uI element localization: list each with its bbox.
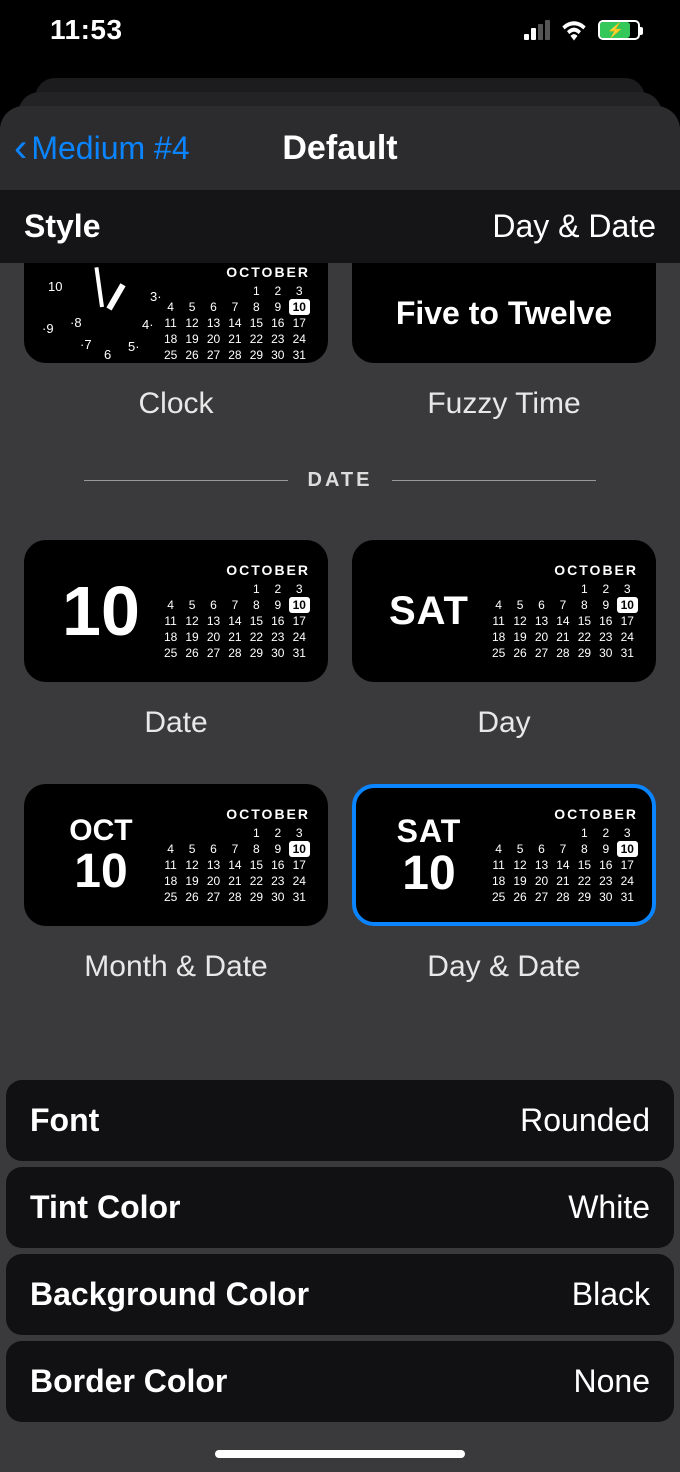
charging-bolt-icon: ⚡ [606,23,623,37]
mini-calendar: OCTOBER123456789101112131415161718192021… [488,806,638,905]
mini-calendar: OCTOBER123456789101112131415161718192021… [160,806,310,905]
settings-list: Font Rounded Tint Color White Background… [6,1080,674,1422]
style-label-fuzzy: Fuzzy Time [352,387,656,421]
style-label-day: Day [352,706,656,740]
style-preview-day[interactable]: SAT OCTOBER12345678910111213141516171819… [352,540,656,682]
chevron-left-icon: ‹ [14,128,27,168]
big-day-text: SAT [397,813,462,850]
style-preview-clock[interactable]: 10 ·9 ·8 ·7 6 5· 4· 3· OCTOBER1234567891… [24,263,328,363]
font-value: Rounded [520,1102,650,1139]
tint-label: Tint Color [30,1189,181,1226]
bg-value: Black [572,1276,650,1313]
background-color-row[interactable]: Background Color Black [6,1254,674,1335]
style-label-month-date: Month & Date [24,950,328,984]
border-label: Border Color [30,1363,227,1400]
home-indicator[interactable] [215,1450,465,1458]
cellular-signal-icon [524,20,550,40]
settings-sheet: ‹ Medium #4 Default Style Day & Date 10 … [0,106,680,1472]
status-time: 11:53 [50,14,123,46]
tint-color-row[interactable]: Tint Color White [6,1167,674,1248]
mini-calendar: OCTOBER123456789101112131415161718192021… [488,562,638,661]
style-preview-fuzzy[interactable]: Five to Twelve [352,263,656,363]
tint-value: White [568,1189,650,1226]
battery-icon: ⚡ [598,20,640,40]
big-date-number: 10 [62,576,140,646]
style-label-day-date: Day & Date [352,950,656,984]
wifi-icon [560,19,588,41]
page-title: Default [282,129,397,168]
nav-bar: ‹ Medium #4 Default [0,106,680,190]
style-preview-date[interactable]: 10 OCTOBER123456789101112131415161718192… [24,540,328,682]
border-color-row[interactable]: Border Color None [6,1341,674,1422]
back-label: Medium #4 [31,130,189,167]
bg-label: Background Color [30,1276,309,1313]
divider-label: DATE [308,469,373,492]
border-value: None [574,1363,651,1400]
style-preview-area: 10 ·9 ·8 ·7 6 5· 4· 3· OCTOBER1234567891… [0,263,680,984]
style-row[interactable]: Style Day & Date [0,190,680,263]
status-icons: ⚡ [524,19,640,41]
style-preview-month-date[interactable]: OCT 10 OCTOBER12345678910111213141516171… [24,784,328,926]
back-button[interactable]: ‹ Medium #4 [14,128,190,168]
fuzzy-time-text: Five to Twelve [370,295,638,332]
font-label: Font [30,1102,99,1139]
mini-calendar: OCTOBER123456789101112131415161718192021… [160,264,310,363]
big-month-text: OCT [69,814,132,848]
style-preview-day-date[interactable]: SAT 10 OCTOBER12345678910111213141516171… [352,784,656,926]
section-divider-date: DATE [84,469,596,492]
mini-calendar: OCTOBER123456789101112131415161718192021… [160,562,310,661]
style-label: Style [24,208,100,245]
big-day-text: SAT [389,589,469,634]
font-row[interactable]: Font Rounded [6,1080,674,1161]
clock-face-icon: 10 ·9 ·8 ·7 6 5· 4· 3· [42,277,160,349]
big-date-number: 10 [402,850,455,898]
style-value: Day & Date [492,208,656,245]
style-label-date: Date [24,706,328,740]
status-bar: 11:53 ⚡ [0,0,680,60]
big-date-number: 10 [74,848,127,896]
style-label-clock: Clock [24,387,328,421]
